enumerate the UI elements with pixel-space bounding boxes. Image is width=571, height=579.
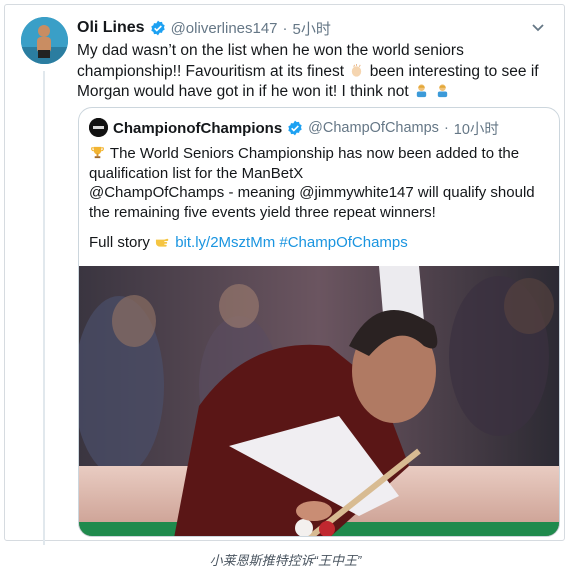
quote-text: The World Seniors Championship has now b… [89,144,549,222]
full-story-line: Full story bit.ly/2MsztMm #ChampOfChamps [89,234,408,251]
quote-verified-badge-icon [288,120,302,136]
tweet-time[interactable]: 5小时 [293,18,331,39]
quote-avatar-logo [89,118,108,137]
image-caption: 小莱恩斯推特控诉“王中王” [209,553,362,568]
quote-separator: · [443,120,449,136]
tweet-text: My dad wasn’t on the list when he won th… [77,41,557,103]
full-story-link[interactable]: bit.ly/2MsztMm [175,234,275,251]
full-story-label: Full story [89,234,150,251]
pointing-right-emoji-icon [155,238,169,247]
author-handle[interactable]: @oliverlines147 [171,20,278,37]
tweet-header: Oli Lines @oliverlines147 · 5小时 [77,17,331,39]
quote-text-line-2: qualification list for the ManBetX [89,164,304,182]
man-shrugging-emoji-icon-2 [438,84,448,98]
chevron-down-icon[interactable] [530,19,546,35]
separator: · [282,19,288,37]
quote-author-avatar[interactable] [89,118,108,137]
man-shrugging-emoji-icon [416,84,427,98]
avatar-photo [21,17,68,64]
quote-author-handle[interactable]: @ChampOfChamps [308,120,439,136]
quote-text-line-4: the remaining five events yield three re… [89,203,436,221]
quoted-tweet-photo[interactable] [79,266,559,536]
quote-header: ChampionofChampions @ChampOfChamps · 10小… [113,117,499,139]
hashtag-link[interactable]: #ChampOfChamps [279,234,407,251]
tweet-card: Oli Lines @oliverlines147 · 5小时 My dad w… [4,4,565,545]
quote-author-name[interactable]: ChampionofChampions [113,120,282,137]
quoted-tweet[interactable]: ChampionofChampions @ChampOfChamps · 10小… [78,107,560,537]
quote-time[interactable]: 10小时 [454,118,499,139]
snooker-player-image [79,266,559,536]
verified-badge-icon [150,20,165,36]
quote-text-line-3: @ChampOfChamps - meaning @jimmywhite147 … [89,184,535,201]
author-avatar[interactable] [21,17,68,64]
trophy-emoji-icon [91,146,104,159]
thread-line [43,71,45,545]
clap-emoji-icon [352,63,362,77]
quote-text-line-1: The World Seniors Championship has now b… [109,145,520,162]
author-name[interactable]: Oli Lines [77,19,145,37]
